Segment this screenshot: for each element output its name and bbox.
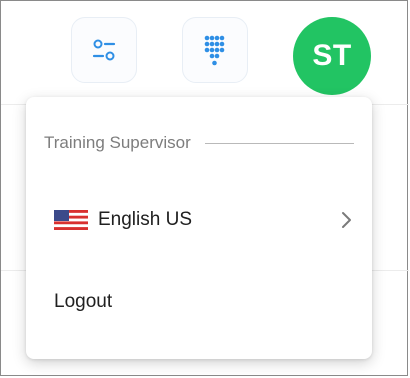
language-label: English US bbox=[98, 209, 192, 230]
user-menu: Training Supervisor English US Logout bbox=[26, 97, 372, 359]
language-menu-item[interactable]: English US bbox=[26, 192, 372, 248]
menu-role-header: Training Supervisor bbox=[44, 133, 354, 153]
dialpad-button[interactable] bbox=[182, 17, 248, 83]
chevron-right-icon bbox=[342, 212, 351, 228]
sliders-icon bbox=[92, 39, 116, 61]
user-avatar[interactable]: ST bbox=[293, 17, 371, 95]
role-label: Training Supervisor bbox=[44, 133, 191, 152]
logout-menu-item[interactable]: Logout bbox=[26, 274, 372, 330]
us-flag-icon bbox=[54, 210, 88, 230]
filter-button[interactable] bbox=[71, 17, 137, 83]
header-divider bbox=[204, 142, 354, 144]
dialpad-icon bbox=[204, 35, 225, 66]
logout-label: Logout bbox=[54, 291, 113, 312]
avatar-initials: ST bbox=[312, 39, 352, 72]
